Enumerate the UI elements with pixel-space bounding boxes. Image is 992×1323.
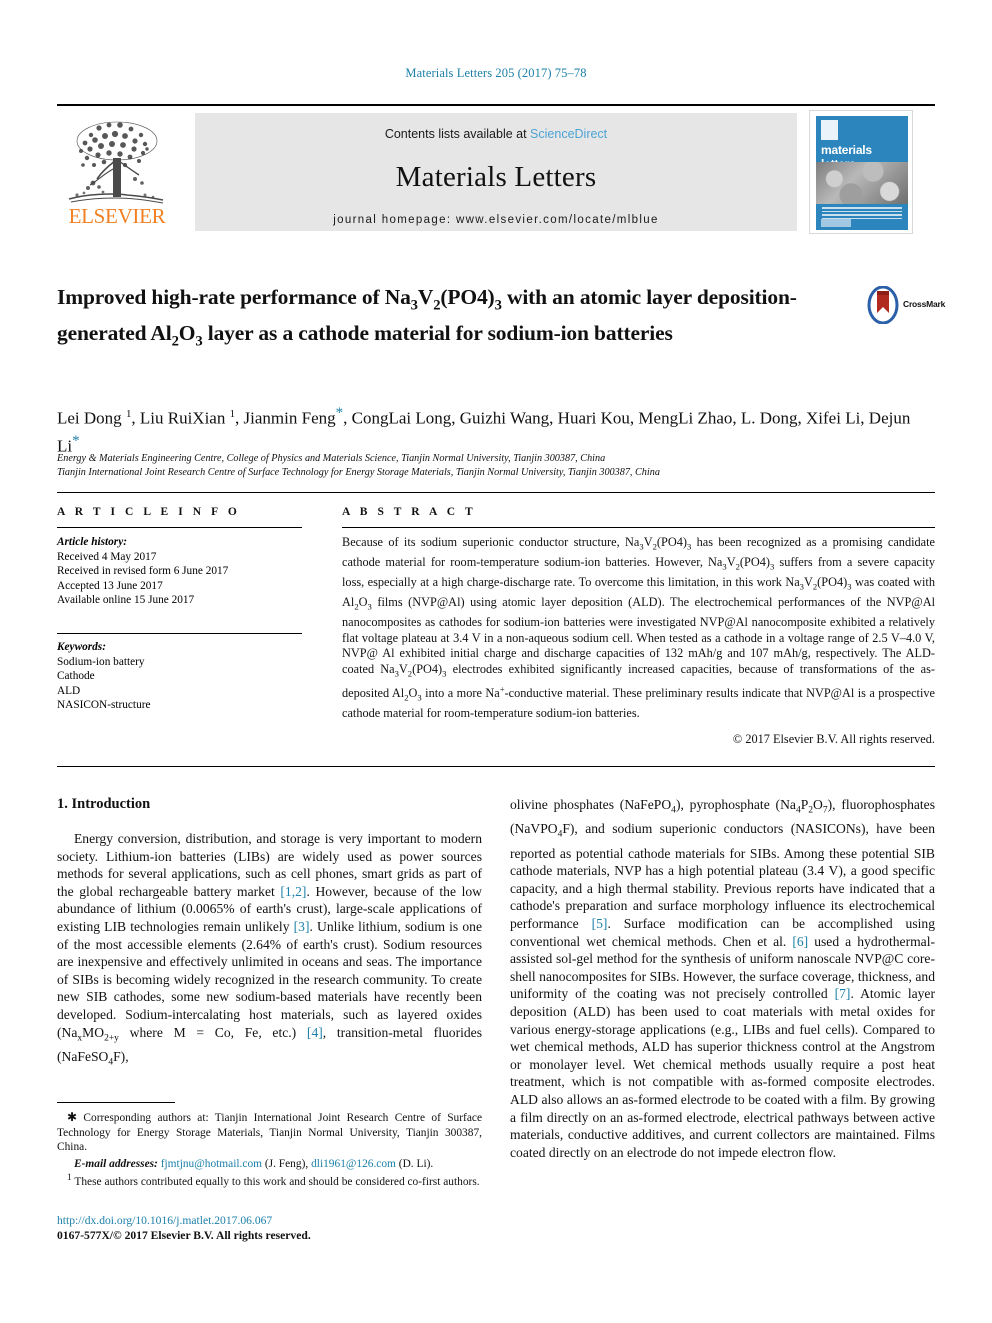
crossmark-badge[interactable]: CrossMark xyxy=(865,286,945,328)
email-link-li[interactable]: dli1961@126.com xyxy=(311,1158,396,1170)
email-link-feng[interactable]: fjmtjnu@hotmail.com xyxy=(161,1158,262,1170)
keywords-rule xyxy=(57,632,302,634)
section-heading-introduction: 1. Introduction xyxy=(57,796,151,812)
elsevier-logo: ELSEVIER xyxy=(57,113,177,231)
history-online: Available online 15 June 2017 xyxy=(57,594,195,607)
contents-prefix: Contents lists available at xyxy=(384,127,531,141)
info-section-rule xyxy=(57,492,935,494)
running-head: Materials Letters 205 (2017) 75–78 xyxy=(405,66,587,80)
history-revised: Received in revised form 6 June 2017 xyxy=(57,565,229,578)
footnote-corresponding-text: Corresponding authors at: Tianjin Intern… xyxy=(57,1112,483,1154)
keyword-item: Sodium-ion battery xyxy=(57,655,145,668)
abstract-column: A B S T R A C T Because of its sodium su… xyxy=(342,506,935,747)
footnote-corresponding: ✱ Corresponding authors at: Tianjin Inte… xyxy=(57,1110,483,1154)
elsevier-wordmark: ELSEVIER xyxy=(68,204,166,228)
masthead-top-rule xyxy=(57,104,935,106)
contents-available-line: Contents lists available at ScienceDirec… xyxy=(195,127,797,141)
page-title: Improved high-rate performance of Na3V2(… xyxy=(57,285,797,350)
abstract-text: Because of its sodium superionic conduct… xyxy=(342,535,936,721)
abstract-rule xyxy=(342,527,935,528)
keywords-block: Keywords: Sodium-ion battery Cathode ALD… xyxy=(57,632,302,713)
crossmark-label: CrossMark xyxy=(903,299,946,309)
journal-cover-thumbnail: materials letters xyxy=(809,110,913,234)
history-received: Received 4 May 2017 xyxy=(57,550,157,563)
author-list: Lei Dong 1, Liu RuiXian 1, Jianmin Feng*… xyxy=(57,405,911,456)
article-info-column: A R T I C L E I N F O Article history: R… xyxy=(57,506,302,713)
email-label: E-mail addresses: xyxy=(74,1157,158,1170)
body-column-left: 1. Introduction Energy conversion, distr… xyxy=(57,796,482,1072)
sciencedirect-link[interactable]: ScienceDirect xyxy=(530,127,607,141)
article-info-heading: A R T I C L E I N F O xyxy=(57,506,241,518)
doi-block: http://dx.doi.org/10.1016/j.matlet.2017.… xyxy=(57,1214,482,1243)
article-info-rule xyxy=(57,527,302,528)
cover-elsevier-mark-icon xyxy=(821,120,838,140)
keyword-item: Cathode xyxy=(57,670,95,683)
title-block: Improved high-rate performance of Na3V2(… xyxy=(57,284,945,356)
issn-copyright-line: 0167-577X/© 2017 Elsevier B.V. All right… xyxy=(57,1228,311,1242)
body-column-right: olivine phosphates (NaFePO4), pyrophosph… xyxy=(510,796,935,1161)
history-accepted: Accepted 13 June 2017 xyxy=(57,579,163,592)
intro-paragraph-left: Energy conversion, distribution, and sto… xyxy=(57,831,482,1068)
keywords-label: Keywords: xyxy=(57,640,106,653)
intro-paragraph-right: olivine phosphates (NaFePO4), pyrophosph… xyxy=(510,797,936,1160)
crossmark-icon xyxy=(867,286,899,324)
body-separator-rule xyxy=(57,766,935,768)
cover-artwork: materials letters xyxy=(816,116,908,230)
doi-link[interactable]: http://dx.doi.org/10.1016/j.matlet.2017.… xyxy=(57,1214,482,1229)
journal-banner: Contents lists available at ScienceDirec… xyxy=(195,113,797,231)
affiliation-2: Tianjin International Joint Research Cen… xyxy=(57,466,660,478)
journal-homepage-link[interactable]: journal homepage: www.elsevier.com/locat… xyxy=(195,214,797,226)
footnotes-block: ✱ Corresponding authors at: Tianjin Inte… xyxy=(57,1110,482,1190)
cover-micrograph-image xyxy=(816,162,908,204)
affiliations: Energy & Materials Engineering Centre, C… xyxy=(57,452,935,479)
abstract-heading: A B S T R A C T xyxy=(342,506,477,518)
keyword-item: ALD xyxy=(57,684,81,697)
footnote-rule xyxy=(57,1102,175,1103)
email-owner-feng: (J. Feng), xyxy=(264,1157,309,1170)
footnote-emails: E-mail addresses: fjmtjnu@hotmail.com (J… xyxy=(57,1157,482,1172)
elsevier-tree-icon xyxy=(68,121,164,204)
journal-title: Materials Letters xyxy=(395,161,597,193)
abstract-copyright: © 2017 Elsevier B.V. All rights reserved… xyxy=(732,731,935,746)
article-history-label: Article history: xyxy=(57,536,127,548)
journal-masthead: ELSEVIER Contents lists available at Sci… xyxy=(57,104,935,234)
footnote-co-first-text: These authors contributed equally to thi… xyxy=(74,1176,480,1189)
affiliation-1: Energy & Materials Engineering Centre, C… xyxy=(57,453,606,464)
cover-footer-mark xyxy=(821,219,851,227)
keyword-item: NASICON-structure xyxy=(57,699,151,712)
footnote-co-first: 1 These authors contributed equally to t… xyxy=(67,1173,480,1189)
email-owner-li: (D. Li). xyxy=(398,1157,434,1170)
article-page: Materials Letters 205 (2017) 75–78 ELSEV… xyxy=(0,0,992,1323)
